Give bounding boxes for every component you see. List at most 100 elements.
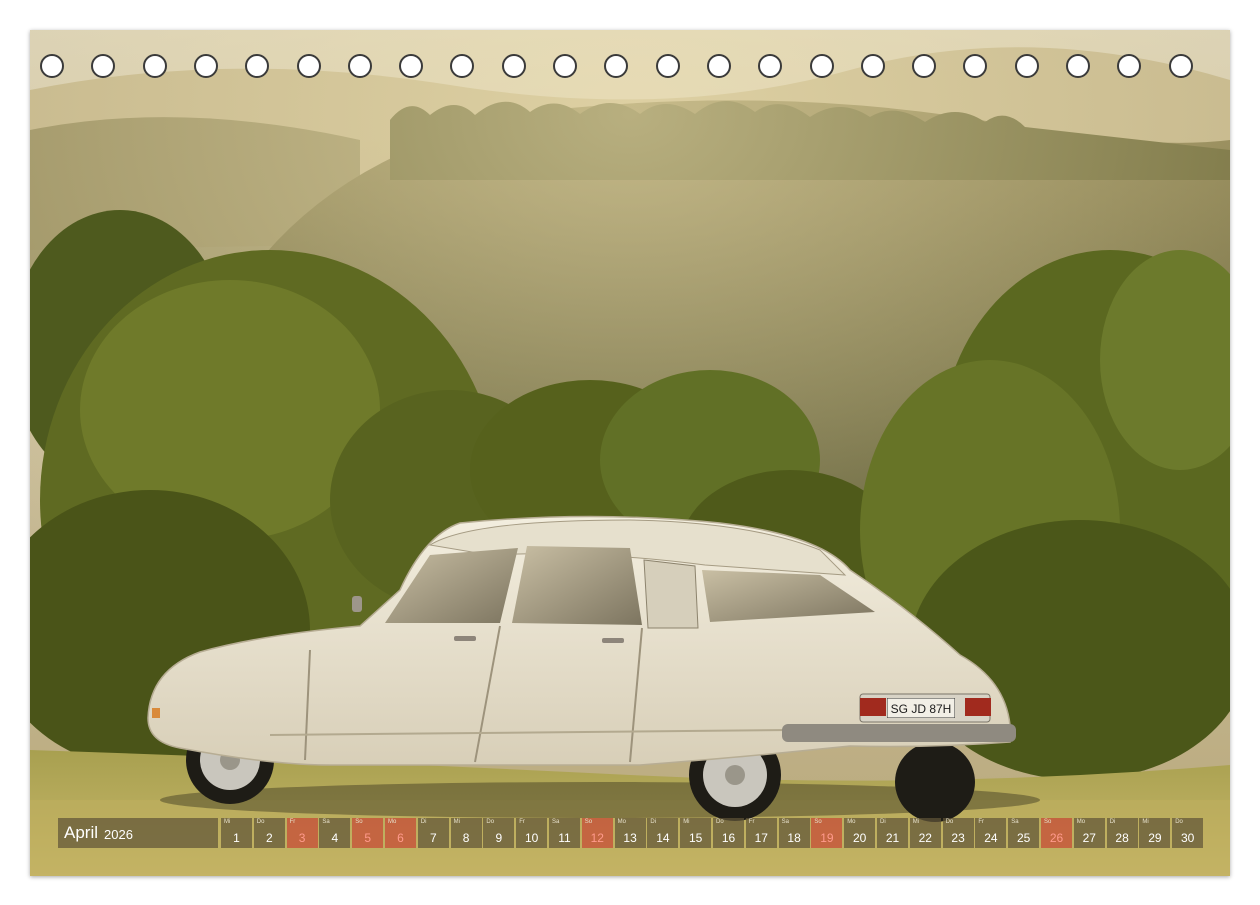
binding-hole xyxy=(399,54,424,78)
binding-hole xyxy=(706,54,731,78)
day-number: 7 xyxy=(429,831,437,845)
weekday-label: Do xyxy=(716,819,724,825)
day-number: 10 xyxy=(525,831,539,845)
day-number: 11 xyxy=(558,831,571,845)
weekday-label: Do xyxy=(1175,819,1183,825)
weekday-label: Mo xyxy=(847,819,856,825)
day-number: 21 xyxy=(885,831,900,845)
day-cell: Di 14 xyxy=(647,818,679,848)
day-number: 19 xyxy=(820,831,834,845)
weekday-label: Mi xyxy=(1142,819,1149,825)
binding-hole xyxy=(40,54,64,78)
date-strip: April 2026 Mi 1 Do 2 Fr 3 Sa 4 So 5 Mo 6 Di 7 Mi 8 Do 9 Fr… xyxy=(58,818,1204,848)
day-cell: Mi 22 xyxy=(909,818,941,848)
day-cell: Mi 8 xyxy=(450,818,482,848)
day-cell: So 26 xyxy=(1041,818,1072,848)
weekday-label: Do xyxy=(945,819,954,825)
day-cell: Mi 15 xyxy=(680,818,712,848)
day-number: 17 xyxy=(754,831,768,845)
weekday-label: Sa xyxy=(552,819,560,825)
weekday-label: Fr xyxy=(519,819,525,825)
day-number: 13 xyxy=(623,831,637,845)
day-cell: Mo 20 xyxy=(844,818,876,848)
binding-hole xyxy=(912,54,937,78)
weekday-label: Fr xyxy=(978,819,985,825)
weekday-label: So xyxy=(1044,819,1052,825)
calendar-page: SG JD 87H April 2026 Mi 1 Do 2 Fr 3 Sa 4 So 5 Mo 6 D… xyxy=(30,30,1230,876)
day-number: 3 xyxy=(298,831,306,845)
day-cell: Mo 6 xyxy=(385,818,416,848)
binding-hole xyxy=(860,54,885,78)
day-number: 12 xyxy=(590,831,604,845)
day-number: 23 xyxy=(951,831,965,845)
binding-hole xyxy=(501,54,526,78)
day-cell: So 19 xyxy=(811,818,843,848)
license-plate-text: SG JD 87H xyxy=(891,702,952,716)
day-cell: Mo 27 xyxy=(1073,818,1105,848)
day-cell: So 12 xyxy=(581,818,613,848)
day-number: 6 xyxy=(397,831,404,845)
binding-hole xyxy=(553,54,577,78)
day-cell: Di 7 xyxy=(417,818,449,848)
day-cell: Mo 13 xyxy=(614,818,646,848)
year: 2026 xyxy=(104,827,133,842)
weekday-label: Do xyxy=(486,819,495,825)
day-number: 5 xyxy=(364,831,372,845)
weekday-label: Do xyxy=(256,819,265,825)
photo-vintage-citroen-ds xyxy=(30,30,1230,876)
day-number: 24 xyxy=(984,831,998,845)
weekday-label: So xyxy=(355,819,363,825)
weekday-label: Mi xyxy=(453,819,460,825)
weekday-label: So xyxy=(814,819,822,825)
month-label-box: April 2026 xyxy=(58,818,218,848)
day-number: 16 xyxy=(721,831,736,845)
day-number: 9 xyxy=(495,831,503,845)
day-number: 14 xyxy=(656,831,670,845)
binding-hole xyxy=(142,54,167,78)
weekday-label: Mi xyxy=(683,819,690,825)
day-number: 18 xyxy=(787,831,801,845)
binding-hole xyxy=(1066,54,1090,78)
day-number: 1 xyxy=(233,831,240,845)
day-cell: Fr 17 xyxy=(745,818,777,848)
day-cell: Do 9 xyxy=(483,818,515,848)
weekday-label: Mo xyxy=(388,819,397,825)
binding-hole xyxy=(1014,54,1039,78)
binding-hole xyxy=(245,54,270,78)
day-number: 26 xyxy=(1049,831,1064,845)
weekday-label: Mo xyxy=(1076,819,1086,825)
weekday-label: Di xyxy=(880,819,886,825)
day-cell: Sa 18 xyxy=(778,818,810,848)
day-number: 27 xyxy=(1082,831,1096,845)
day-cell: Fr 10 xyxy=(516,818,548,848)
day-number: 22 xyxy=(918,831,932,845)
binding-hole xyxy=(809,54,834,78)
weekday-label: Sa xyxy=(322,819,330,825)
weekday-label: Sa xyxy=(781,819,789,825)
day-number: 15 xyxy=(689,831,703,845)
weekday-label: Di xyxy=(420,819,427,825)
weekday-label: Di xyxy=(650,819,657,825)
day-number: 8 xyxy=(462,831,470,845)
day-cell: Sa 25 xyxy=(1008,818,1040,848)
weekday-label: Sa xyxy=(1011,819,1019,825)
binding-hole xyxy=(193,54,218,78)
day-cell: Fr 3 xyxy=(286,818,318,848)
binding-hole xyxy=(655,54,680,78)
weekday-label: Mi xyxy=(912,819,920,825)
day-cell: Do 2 xyxy=(253,818,285,848)
weekday-label: Fr xyxy=(748,819,755,825)
day-number: 29 xyxy=(1148,831,1162,845)
day-number: 28 xyxy=(1115,831,1129,845)
day-cell: Fr 24 xyxy=(975,818,1007,848)
weekday-label: So xyxy=(584,819,593,825)
day-cell: Di 21 xyxy=(877,818,908,848)
day-cell: Sa 11 xyxy=(549,818,580,848)
binding-hole xyxy=(296,54,321,78)
day-cell: So 5 xyxy=(352,818,384,848)
weekday-label: Mi xyxy=(224,819,231,825)
day-cell: Mi 1 xyxy=(221,818,252,848)
day-cell: Do 23 xyxy=(942,818,974,848)
day-cell: Mi 29 xyxy=(1139,818,1171,848)
day-cell: Do 30 xyxy=(1172,818,1204,848)
